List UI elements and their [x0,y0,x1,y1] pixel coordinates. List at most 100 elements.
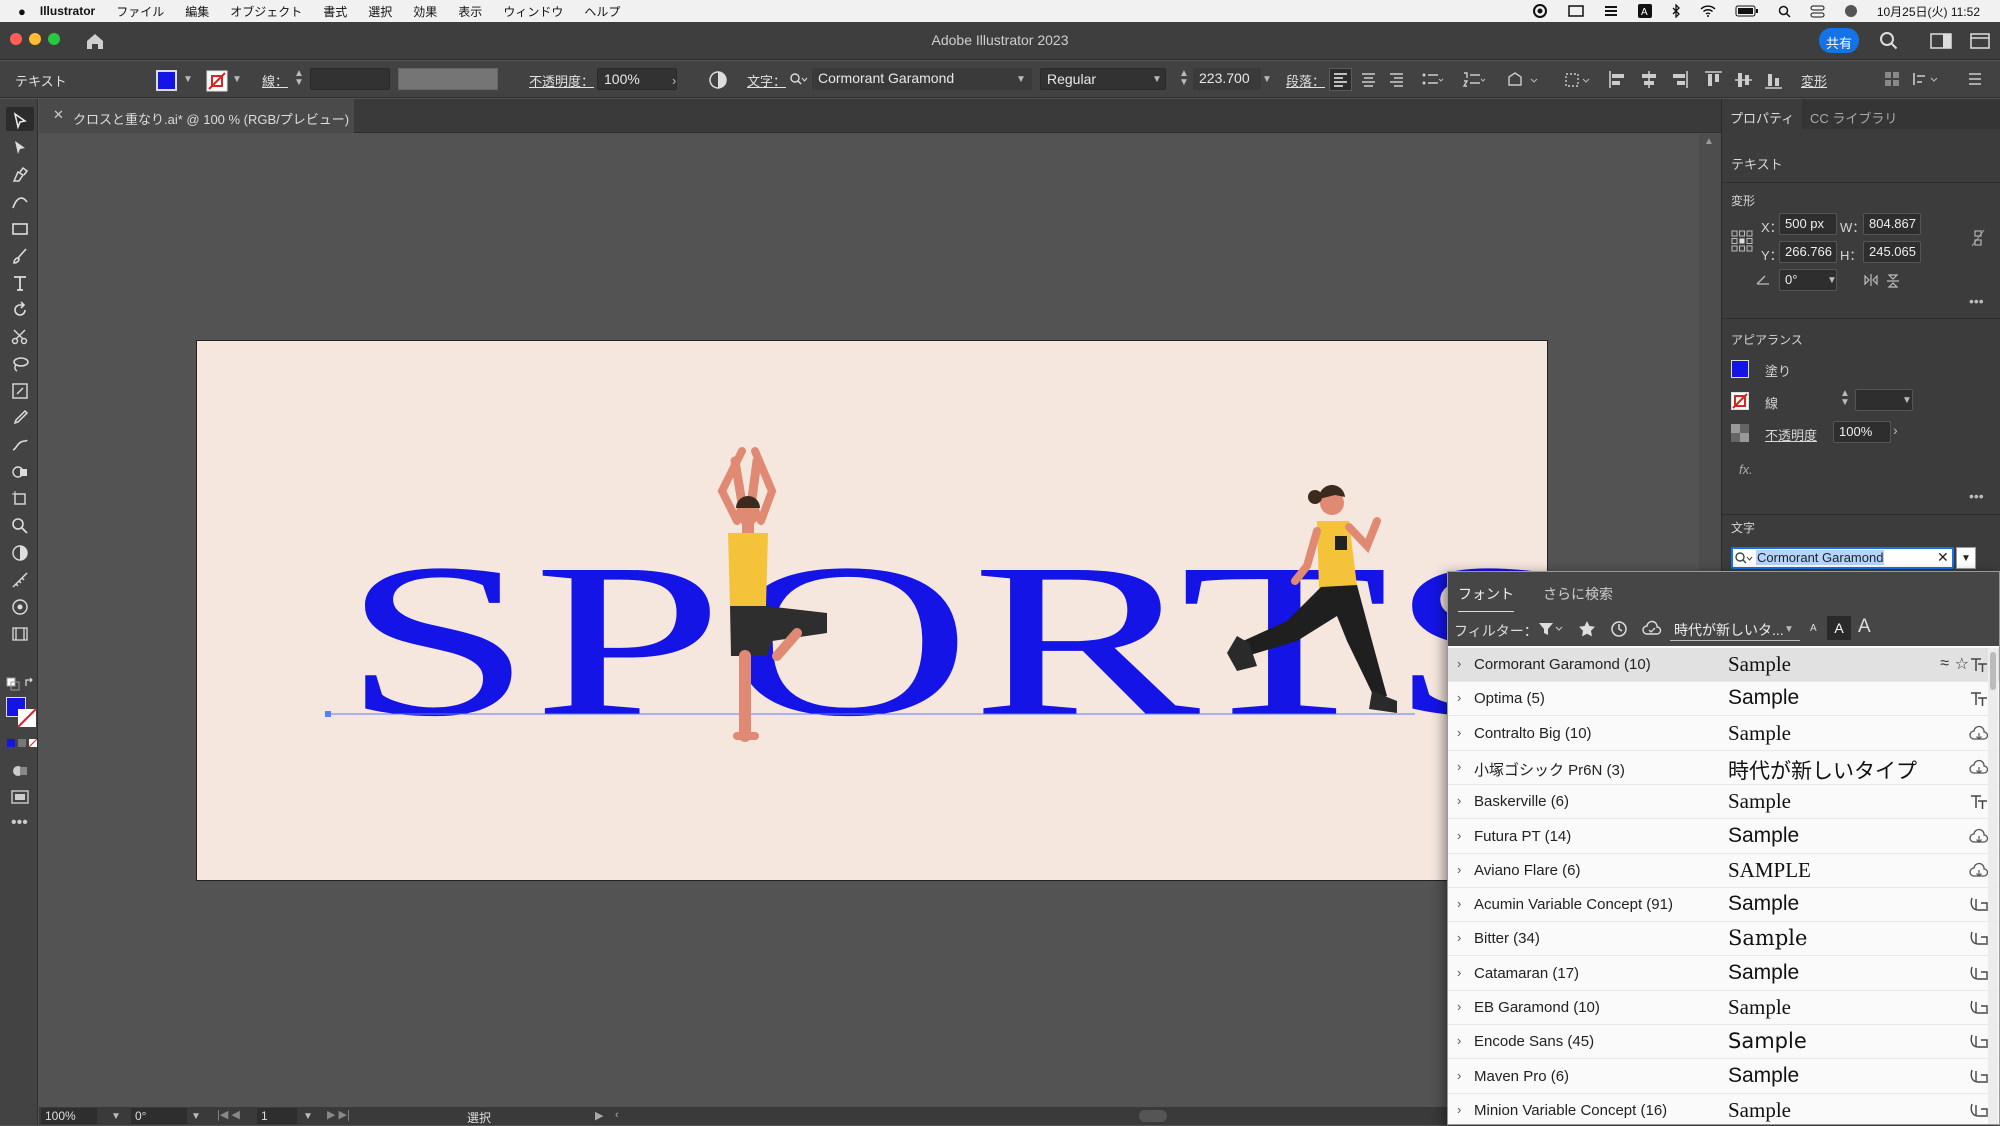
align-right-edges-icon[interactable] [1668,69,1690,90]
symbol-sprayer-tool-icon[interactable] [11,598,29,616]
panel-menu-icon[interactable] [1966,70,1984,88]
eyedropper-tool-icon[interactable] [11,409,29,427]
activated-fonts-filter-icon[interactable] [1642,620,1662,638]
perspective-grid-tool-icon[interactable] [11,625,29,643]
similar-fonts-icon[interactable]: ≈ [1940,655,1949,673]
rotate-tool-icon[interactable] [11,301,29,319]
expand-font-family-chevron-icon[interactable]: › [1457,862,1461,877]
height-field[interactable]: 245.065 [1863,241,1921,263]
opacity-expand-icon[interactable]: › [1893,422,1898,438]
expand-font-family-chevron-icon[interactable]: › [1457,690,1461,705]
opacity-field[interactable]: 100% [597,68,677,90]
battery-icon[interactable] [1735,5,1759,17]
fill-dropdown-chevron-icon[interactable]: ▼ [183,74,193,85]
flip-vertical-icon[interactable] [1886,273,1900,289]
font-search-icon[interactable] [790,73,808,86]
menubar-clock[interactable]: 10月25日(火) 11:52 [1877,3,1980,20]
screen-mode-icon[interactable] [11,789,31,805]
edit-toolbar-ellipsis-icon[interactable]: ••• [11,814,28,832]
expand-font-family-chevron-icon[interactable]: › [1457,759,1461,774]
sample-size-small-icon[interactable]: A [1810,623,1817,634]
stroke-dropdown-chevron-icon[interactable]: ▼ [232,74,242,85]
rectangle-tool-icon[interactable] [11,220,29,238]
close-tab-icon[interactable]: ✕ [53,107,64,123]
font-list-item[interactable]: › Catamaran (17) Sample [1448,957,1999,991]
spotlight-search-icon[interactable] [1778,5,1791,18]
expand-font-family-chevron-icon[interactable]: › [1457,1068,1461,1083]
font-list-scrollbar[interactable] [1988,648,1998,1124]
expand-font-family-chevron-icon[interactable]: › [1457,930,1461,945]
stroke-weight-field[interactable] [310,68,390,90]
menu-select[interactable]: 選択 [368,3,392,20]
opacity-label[interactable]: 不透明度 [1765,425,1817,444]
font-size-field[interactable]: 223.700 [1193,68,1261,90]
puppet-warp-icon[interactable] [1505,69,1545,90]
rotation-angle-chevron-icon[interactable]: ▼ [1827,275,1837,286]
workspace-switcher-icon[interactable] [1930,33,1952,49]
align-left-button[interactable] [1329,68,1352,91]
default-fill-stroke-icon[interactable] [6,677,20,691]
menu-object[interactable]: オブジェクト [230,3,302,20]
sample-text-chevron-icon[interactable]: ▼ [1784,624,1794,635]
tab-fonts[interactable]: フォント [1458,584,1514,613]
font-list-item[interactable]: › Baskerville (6) Sample [1448,785,1999,820]
scroll-up-chevron-icon[interactable]: ▲ [1704,136,1714,147]
direct-selection-tool-icon[interactable] [11,139,29,157]
zoom-level-field[interactable]: 100% [41,1108,97,1124]
numbering-icon[interactable] [1462,69,1486,90]
expand-font-family-chevron-icon[interactable]: › [1457,793,1461,808]
measure-tool-icon[interactable] [11,571,29,589]
reference-point-icon[interactable] [1731,230,1753,252]
menu-view[interactable]: 表示 [458,3,482,20]
wifi-icon[interactable] [1700,5,1716,17]
type-tool-icon[interactable] [11,274,29,292]
align-center-icon[interactable] [1358,69,1379,90]
align-bottom-edges-icon[interactable] [1763,69,1785,90]
blend-tool-icon[interactable] [11,436,29,454]
sample-size-large-icon[interactable]: A [1858,616,1871,638]
menu-help[interactable]: ヘルプ [584,3,620,20]
sample-size-medium-icon[interactable]: A [1827,616,1851,640]
bullets-icon[interactable] [1420,69,1444,90]
transform-panel-link[interactable]: 変形 [1801,71,1827,90]
paintbrush-tool-icon[interactable] [11,247,29,265]
stroke-label[interactable]: 線 [1765,393,1778,412]
menu-window[interactable]: ウィンドウ [503,3,563,20]
font-list-scroll-thumb[interactable] [1990,652,1996,690]
font-list-item[interactable]: › Maven Pro (6) Sample [1448,1060,1999,1094]
curvature-tool-icon[interactable] [11,193,29,211]
favorites-filter-icon[interactable] [1578,620,1596,638]
font-list-item[interactable]: › Cormorant Garamond (10) Sample ≈ ☆ [1448,648,1999,682]
menu-edit[interactable]: 編集 [185,3,209,20]
fill-color-swatch[interactable] [156,70,177,91]
isolate-icon[interactable] [1883,70,1901,88]
font-list-item[interactable]: › Futura PT (14) Sample [1448,820,1999,854]
clear-search-icon[interactable]: ✕ [1937,549,1949,566]
font-list-item[interactable]: › Aviano Flare (6) SAMPLE [1448,854,1999,888]
zoom-chevron-icon[interactable]: ▼ [111,1111,121,1122]
opacity-expand-chevron-icon[interactable]: › [672,73,676,88]
constrain-proportions-icon[interactable] [1970,229,1986,247]
expand-font-family-chevron-icon[interactable]: › [1457,999,1461,1014]
artboard-number-field[interactable]: 1 [257,1108,297,1124]
lasso-tool-icon[interactable] [11,355,29,373]
flip-horizontal-icon[interactable] [1863,273,1879,287]
artboard[interactable]: SPORTS [196,340,1548,881]
first-artboard-button[interactable]: |◀ ◀ [217,1108,240,1121]
app-menu[interactable]: Illustrator [40,4,95,18]
align-left-edges-icon[interactable] [1607,69,1629,90]
font-size-stepper-icon[interactable]: ▲ ▼ [1179,69,1189,88]
y-position-field[interactable]: 266.766 [1779,241,1837,263]
font-size-chevron-icon[interactable]: ▼ [1262,74,1272,85]
font-list-item[interactable]: › Minion Variable Concept (16) Sample [1448,1094,1999,1124]
effects-button[interactable]: fx. [1739,462,1753,477]
font-list-item[interactable]: › EB Garamond (10) Sample [1448,991,1999,1025]
align-vertical-centers-icon[interactable] [1733,69,1755,90]
horizontal-scroll-thumb[interactable] [1139,1110,1167,1122]
expand-font-family-chevron-icon[interactable]: › [1457,725,1461,740]
scissors-tool-icon[interactable] [11,328,29,346]
font-list-item[interactable]: › 小塚ゴシック Pr6N (3) 時代が新しいタイプ [1448,751,1999,785]
stroke-weight-stepper-icon[interactable]: ▲ ▼ [1840,389,1850,408]
tab-find-more[interactable]: さらに検索 [1543,584,1613,604]
next-artboard-button[interactable]: ▶ ▶| [327,1108,350,1121]
